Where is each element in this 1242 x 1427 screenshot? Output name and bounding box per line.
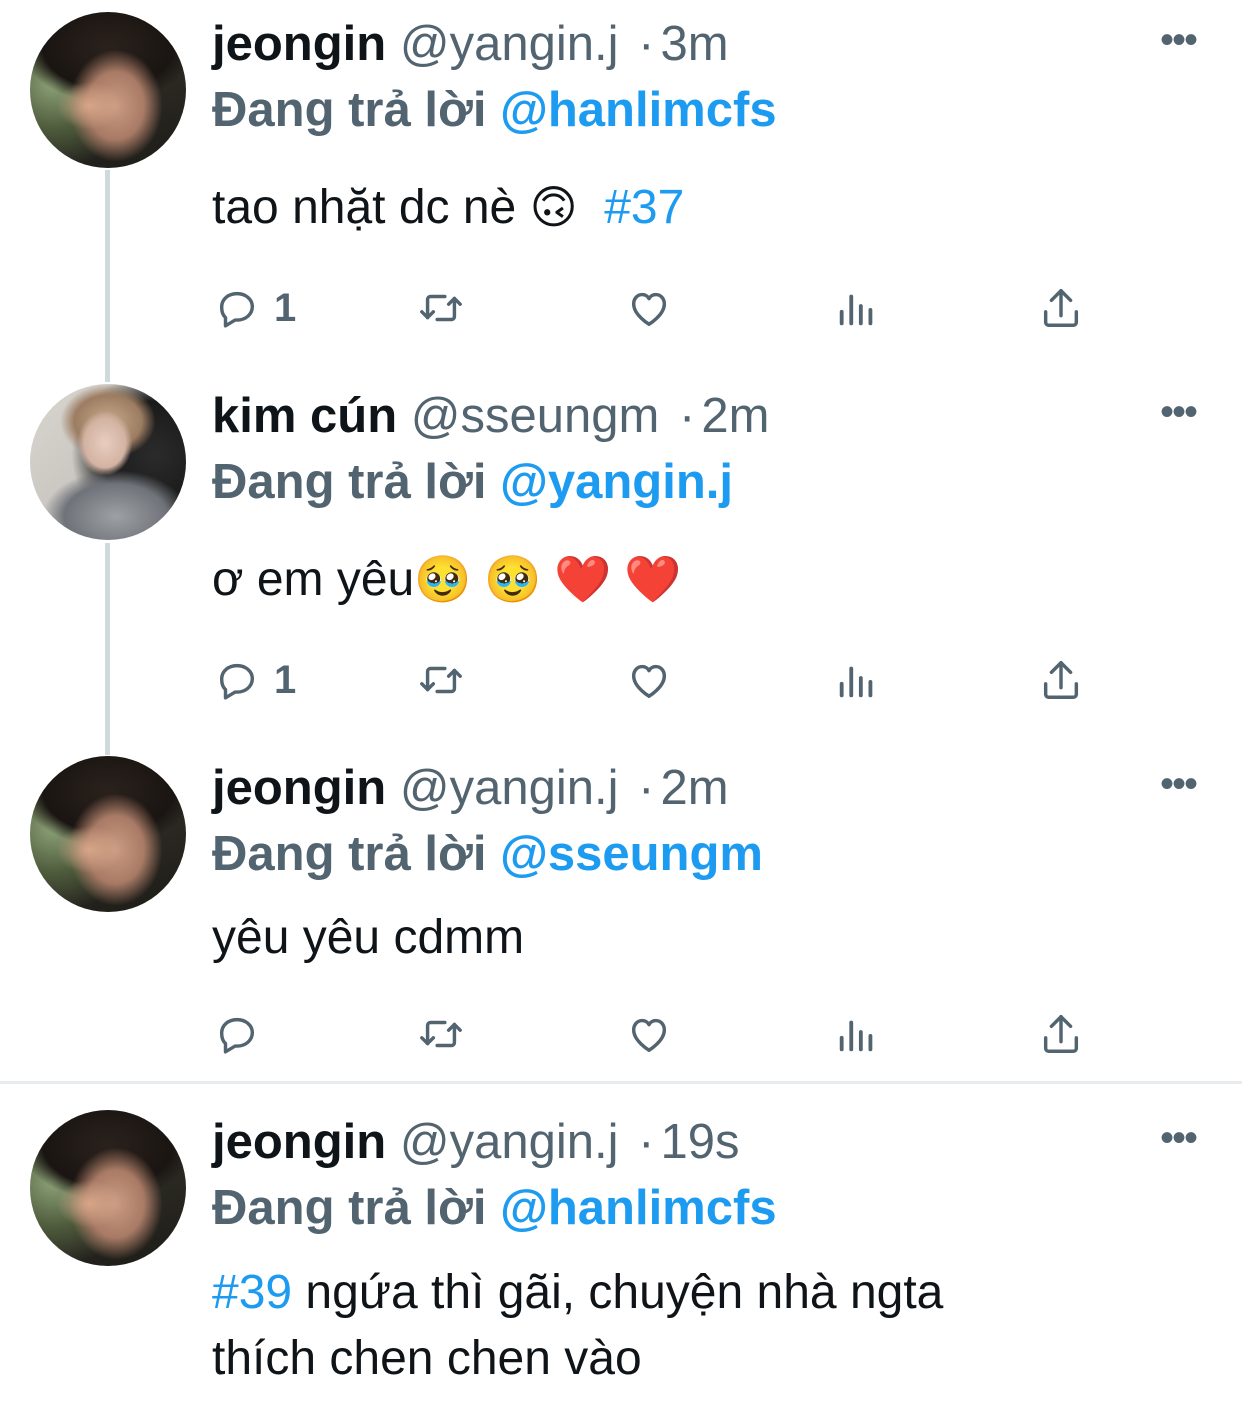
tweet-text-body: ơ em yêu (212, 553, 415, 606)
separator: · (638, 17, 655, 71)
reply-label: Đang trả lời (212, 83, 487, 137)
reply-button[interactable] (214, 1004, 274, 1064)
tweet-text: tao nhặt dc nè 🙃 #37 (212, 175, 684, 240)
views-icon (839, 294, 873, 326)
reply-label: Đang trả lời (212, 455, 487, 509)
more-icon[interactable]: ••• (1160, 1118, 1198, 1158)
like-button[interactable] (626, 1004, 672, 1064)
separator: · (638, 1115, 655, 1169)
replying-to: Đang trả lời @sseungm (212, 824, 763, 884)
heart-icon (631, 292, 667, 327)
views-button[interactable] (834, 650, 880, 710)
tweet-header: jeongin @yangin.j · 2m (212, 758, 729, 818)
timestamp[interactable]: 2m (701, 389, 769, 443)
tweet-text-line: ngứa thì gãi, chuyện nhà ngta (292, 1266, 944, 1319)
like-button[interactable] (626, 278, 672, 338)
heart-icon (631, 1018, 667, 1053)
display-name[interactable]: jeongin (212, 761, 386, 815)
retweet-button[interactable] (418, 278, 464, 338)
tweet-header: kim cún @sseungm · 2m (212, 386, 769, 446)
reply-icon (219, 291, 255, 328)
replying-to: Đang trả lời @yangin.j (212, 452, 733, 512)
reply-label: Đang trả lời (212, 1181, 487, 1235)
reply-button[interactable]: 1 (214, 650, 296, 710)
reply-label: Đang trả lời (212, 827, 487, 881)
share-button[interactable] (1038, 650, 1084, 710)
mention-link[interactable]: @sseungm (500, 827, 763, 881)
divider (0, 1081, 1242, 1084)
reply-count: 1 (274, 657, 297, 702)
emoji: 🙃 (529, 181, 578, 233)
separator: · (679, 389, 696, 443)
heart-icon (631, 664, 667, 699)
reply-icon (219, 663, 255, 700)
mention-link[interactable]: @yangin.j (500, 455, 733, 509)
retweet-button[interactable] (418, 650, 464, 710)
more-icon[interactable]: ••• (1160, 764, 1198, 804)
tweet[interactable]: kim cún @sseungm · 2m ••• Đang trả lời @y… (0, 372, 1242, 744)
tweet-text-body: tao nhặt dc nè (212, 181, 530, 234)
avatar[interactable] (30, 1110, 186, 1266)
share-icon (1043, 289, 1079, 327)
action-bar: 1 (0, 278, 1242, 338)
hashtag-link[interactable]: #37 (604, 181, 684, 234)
mention-link[interactable]: @hanlimcfs (500, 83, 777, 137)
retweet-icon (420, 666, 462, 694)
tweet[interactable]: jeongin @yangin.j · 2m ••• Đang trả lời @… (0, 744, 1242, 1080)
retweet-icon (420, 294, 462, 322)
views-icon (839, 1020, 873, 1052)
display-name[interactable]: jeongin (212, 1115, 386, 1169)
reply-count: 1 (274, 285, 297, 330)
share-button[interactable] (1038, 1004, 1084, 1064)
avatar[interactable] (30, 384, 186, 540)
retweet-icon (420, 1020, 462, 1048)
tweet-text: #39 ngứa thì gãi, chuyện nhà ngta (212, 1261, 943, 1325)
display-name[interactable]: jeongin (212, 17, 386, 71)
tweet-header: jeongin @yangin.j · 3m (212, 14, 729, 74)
views-icon (839, 666, 873, 698)
retweet-button[interactable] (418, 1004, 464, 1064)
emoji: 🥹 🥹 ❤️ ❤️ (414, 553, 682, 605)
user-handle[interactable]: @sseungm (411, 389, 660, 443)
views-button[interactable] (834, 278, 880, 338)
more-icon[interactable]: ••• (1160, 392, 1198, 432)
tweet-text: ơ em yêu🥹 🥹 ❤️ ❤️ (212, 547, 682, 612)
replying-to: Đang trả lời @hanlimcfs (212, 1178, 777, 1238)
tweet-text-continued: thích chen chen vào (212, 1332, 642, 1385)
tweet[interactable]: jeongin @yangin.j · 19s ••• Đang trả lời … (0, 1098, 1242, 1427)
avatar[interactable] (30, 12, 186, 168)
timestamp[interactable]: 19s (660, 1115, 739, 1169)
reply-button[interactable]: 1 (214, 278, 296, 338)
user-handle[interactable]: @yangin.j (400, 761, 619, 815)
reply-icon (219, 1017, 255, 1054)
user-handle[interactable]: @yangin.j (400, 1115, 619, 1169)
tweet-text: yêu yêu cdmm (212, 911, 525, 964)
mention-link[interactable]: @hanlimcfs (500, 1181, 777, 1235)
user-handle[interactable]: @yangin.j (400, 17, 619, 71)
views-button[interactable] (834, 1004, 880, 1064)
separator: · (638, 761, 655, 815)
action-bar (0, 1004, 1242, 1064)
avatar[interactable] (30, 756, 186, 912)
like-button[interactable] (626, 650, 672, 710)
timestamp[interactable]: 2m (660, 761, 728, 815)
share-icon (1043, 661, 1079, 699)
hashtag-link[interactable]: #39 (212, 1266, 292, 1319)
tweet-header: jeongin @yangin.j · 19s (212, 1112, 739, 1172)
share-icon (1043, 1015, 1079, 1053)
action-bar: 1 (0, 650, 1242, 710)
replying-to: Đang trả lời @hanlimcfs (212, 80, 777, 140)
share-button[interactable] (1038, 278, 1084, 338)
tweet[interactable]: jeongin @yangin.j · 3m ••• Đang trả lời @… (0, 0, 1242, 372)
display-name[interactable]: kim cún (212, 389, 397, 443)
more-icon[interactable]: ••• (1160, 20, 1198, 60)
timestamp[interactable]: 3m (660, 17, 728, 71)
